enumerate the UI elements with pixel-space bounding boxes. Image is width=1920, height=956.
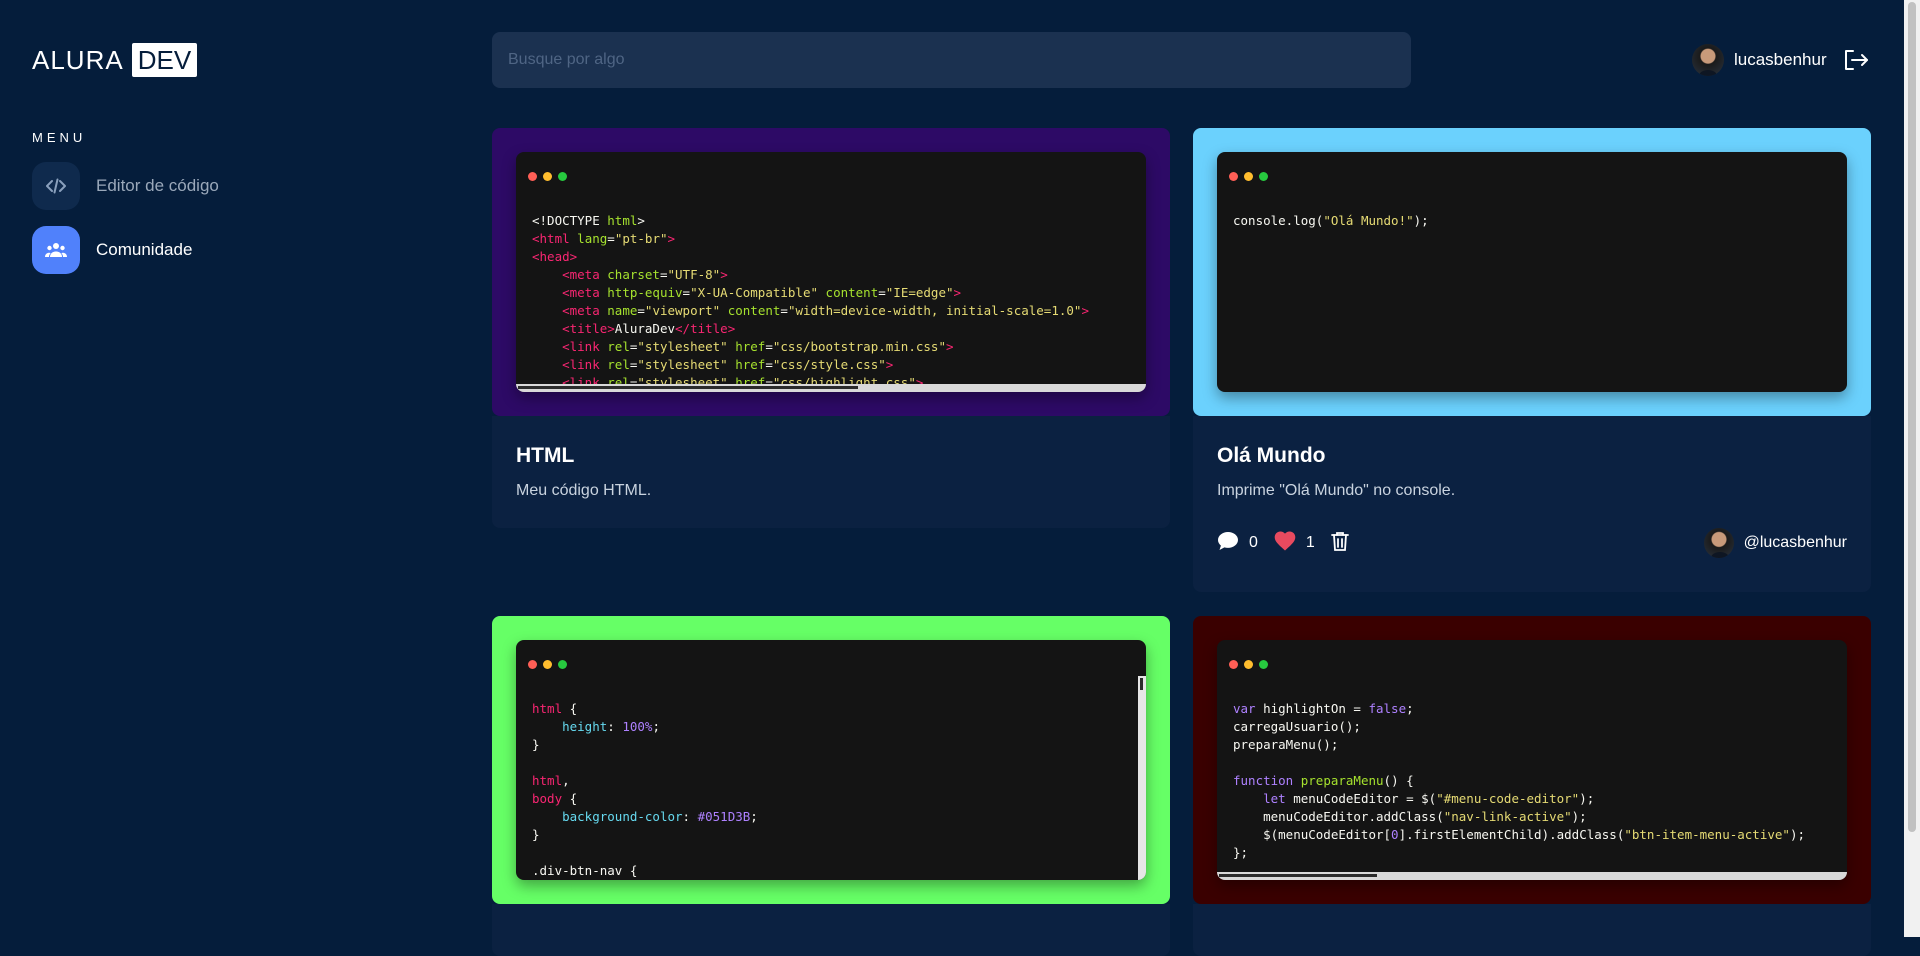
avatar bbox=[1703, 528, 1734, 558]
window-dots bbox=[528, 172, 567, 181]
card-stats: 0 1 bbox=[1217, 531, 1357, 556]
sidebar-item-code-editor[interactable]: Editor de código bbox=[32, 162, 219, 210]
vertical-scrollbar[interactable] bbox=[1138, 676, 1146, 880]
card-footer: 0 1 @lucasbenhur bbox=[1217, 528, 1847, 558]
card-frame: <!DOCTYPE html> <html lang="pt-br"> <hea… bbox=[492, 128, 1170, 416]
code-preview: html { height: 100%; } html, body { back… bbox=[516, 640, 1146, 880]
user-name[interactable]: lucasbenhur bbox=[1734, 50, 1827, 70]
card-body bbox=[492, 904, 1170, 956]
card-description: Meu código HTML. bbox=[516, 482, 652, 499]
code-icon bbox=[32, 162, 80, 210]
delete-button[interactable] bbox=[1330, 531, 1349, 556]
author-name: @lucasbenhur bbox=[1743, 534, 1847, 551]
code-preview: var highlightOn = false; carregaUsuario(… bbox=[1217, 640, 1847, 880]
search-input[interactable] bbox=[492, 32, 1411, 88]
user-area: lucasbenhur bbox=[1692, 44, 1869, 76]
sidebar-item-label: Editor de código bbox=[96, 176, 219, 195]
heart-icon bbox=[1274, 531, 1296, 556]
logo-dev: DEV bbox=[131, 43, 198, 77]
card-body: Olá Mundo Imprime "Olá Mundo" no console… bbox=[1193, 416, 1871, 592]
comment-icon bbox=[1217, 531, 1239, 556]
project-card[interactable]: var highlightOn = false; carregaUsuario(… bbox=[1193, 616, 1871, 956]
card-frame: console.log("Olá Mundo!"); bbox=[1193, 128, 1871, 416]
sidebar-item-community[interactable]: Comunidade bbox=[32, 226, 192, 274]
window-dots bbox=[1229, 172, 1268, 181]
sidebar-item-label: Comunidade bbox=[96, 240, 193, 259]
card-author[interactable]: @lucasbenhur bbox=[1703, 528, 1847, 558]
users-icon bbox=[32, 226, 80, 274]
card-body: HTML Meu código HTML. bbox=[492, 416, 1170, 528]
card-frame: html { height: 100%; } html, body { back… bbox=[492, 616, 1170, 904]
project-card[interactable]: <!DOCTYPE html> <html lang="pt-br"> <hea… bbox=[492, 128, 1170, 528]
code-preview: console.log("Olá Mundo!"); bbox=[1217, 152, 1847, 392]
card-frame: var highlightOn = false; carregaUsuario(… bbox=[1193, 616, 1871, 904]
avatar[interactable] bbox=[1692, 44, 1724, 76]
card-title: HTML bbox=[516, 444, 575, 467]
horizontal-scrollbar[interactable] bbox=[1217, 872, 1847, 880]
code-preview: <!DOCTYPE html> <html lang="pt-br"> <hea… bbox=[516, 152, 1146, 392]
likes-count: 1 bbox=[1305, 534, 1315, 551]
likes-stat[interactable]: 1 bbox=[1274, 531, 1315, 556]
window-dots bbox=[1229, 660, 1268, 669]
card-title: Olá Mundo bbox=[1217, 444, 1326, 467]
logo[interactable]: ALURA DEV bbox=[32, 43, 198, 77]
logo-alura: ALURA bbox=[32, 44, 124, 75]
code-block: var highlightOn = false; carregaUsuario(… bbox=[1233, 701, 1805, 860]
logout-icon[interactable] bbox=[1843, 49, 1869, 71]
window-dots bbox=[528, 660, 567, 669]
project-card[interactable]: console.log("Olá Mundo!"); Olá Mundo Imp… bbox=[1193, 128, 1871, 592]
trash-icon bbox=[1330, 531, 1349, 556]
code-block: html { height: 100%; } html, body { back… bbox=[532, 701, 758, 878]
code-block: <!DOCTYPE html> <html lang="pt-br"> <hea… bbox=[532, 213, 1089, 390]
horizontal-scrollbar[interactable] bbox=[516, 384, 1146, 392]
card-description: Imprime "Olá Mundo" no console. bbox=[1217, 482, 1456, 499]
comments-stat[interactable]: 0 bbox=[1217, 531, 1258, 556]
comments-count: 0 bbox=[1249, 534, 1258, 551]
menu-title: MENU bbox=[32, 130, 87, 145]
card-body bbox=[1193, 904, 1871, 956]
project-card[interactable]: html { height: 100%; } html, body { back… bbox=[492, 616, 1170, 956]
code-block: console.log("Olá Mundo!"); bbox=[1233, 213, 1429, 228]
page-scrollbar[interactable] bbox=[1904, 0, 1920, 937]
